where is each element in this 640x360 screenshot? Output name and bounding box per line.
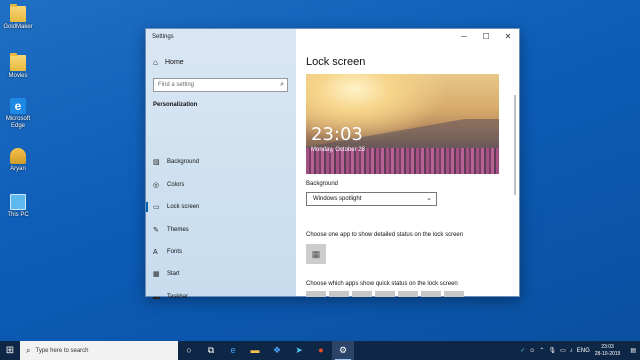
volume-icon[interactable]: ♪ [570, 348, 573, 354]
window-title: Settings [152, 34, 174, 40]
sidebar-item-label: Background [167, 159, 200, 165]
chevron-down-icon: ⌄ [426, 195, 432, 202]
desktop-icon-label: Aryan [10, 166, 26, 172]
settings-window: Settings ⌂ Home Find a setting ⌕ Persona… [145, 28, 520, 301]
background-label: Background [306, 181, 339, 187]
powerpoint-icon[interactable]: ● [310, 341, 332, 360]
background-dropdown[interactable]: Windows spotlight ⌄ [306, 192, 437, 206]
lock-screen-preview: 23:03 Monday, October 28 [306, 74, 499, 174]
detail-status-app-button[interactable]: ▦ [306, 244, 326, 264]
quick-status-slot[interactable] [398, 291, 418, 297]
windows-start-icon[interactable]: ⊞ [0, 341, 20, 360]
quick-status-apps [306, 291, 467, 297]
lock-screen-icon: ▭ [153, 204, 160, 211]
desktop-icon-aryan[interactable]: Aryan [3, 148, 33, 173]
preview-date: Monday, October 28 [311, 147, 365, 153]
quick-status-slot[interactable] [444, 291, 464, 297]
sidebar-item-colors[interactable]: ◎ Colors [153, 179, 184, 191]
sidebar-item-label: Lock screen [167, 204, 200, 210]
content-scrollbar[interactable] [514, 95, 516, 195]
dropbox-icon[interactable]: ❖ [266, 341, 288, 360]
sidebar-item-label: Themes [167, 227, 189, 233]
desktop-icon-label: GoldMaker [3, 24, 33, 30]
microphone-icon[interactable]: 🎙 [548, 347, 556, 354]
app-tray-icon[interactable]: ✓ [520, 347, 525, 354]
background-icon: ▨ [153, 159, 160, 166]
network-icon[interactable]: ▭ [560, 347, 566, 354]
taskbar-search-placeholder: Type here to search [35, 347, 89, 354]
task-view-icon[interactable]: ⧉ [200, 341, 222, 360]
folder-icon [10, 4, 26, 22]
search-placeholder: Find a setting [158, 82, 195, 88]
language-indicator[interactable]: ENG [577, 348, 590, 354]
home-button[interactable]: ⌂ Home [153, 58, 184, 67]
notifications-icon[interactable]: ▤ [630, 347, 636, 354]
calendar-icon: ▦ [311, 249, 321, 259]
settings-content: Lock screen 23:03 Monday, October 28 Bac… [306, 29, 518, 297]
sidebar-item-label: Colors [167, 182, 185, 188]
sidebar-item-themes[interactable]: ✎ Themes [153, 224, 189, 236]
sidebar-item-label: Taskbar [167, 294, 189, 300]
sidebar-item-background[interactable]: ▨ Background [153, 156, 199, 168]
desktop-icon-this-pc[interactable]: This PC [3, 194, 33, 219]
start-icon: ▦ [153, 271, 160, 278]
clock-time: 23:03 [601, 343, 614, 350]
taskbar-icon: ▬ [153, 293, 160, 301]
quick-status-slot[interactable] [375, 291, 395, 297]
background-dropdown-value: Windows spotlight [313, 196, 362, 202]
edge-icon[interactable]: e [222, 341, 244, 360]
settings-gear-icon[interactable]: ⚙ [332, 341, 354, 360]
clock[interactable]: 23:03 28-10-2019 [595, 344, 621, 358]
folder-icon [10, 53, 26, 71]
quick-status-slot[interactable] [352, 291, 372, 297]
settings-nav-pane: Settings ⌂ Home Find a setting ⌕ Persona… [145, 29, 296, 301]
sidebar-item-lock-screen[interactable]: ▭ Lock screen [145, 201, 200, 213]
edge-icon: e [10, 98, 26, 114]
sidebar-item-taskbar[interactable]: ▬ Taskbar [153, 291, 188, 303]
system-tray: ✓ ☺ ⌃ 🎙 ▭ ♪ ENG 23:03 28-10-2019 ▤ [516, 341, 640, 360]
chevron-up-icon[interactable]: ⌃ [539, 347, 544, 354]
settings-search-input[interactable]: Find a setting ⌕ [153, 78, 288, 92]
sidebar-item-start[interactable]: ▦ Start [153, 268, 180, 280]
desktop-icon-label: This PC [7, 212, 29, 218]
home-label: Home [165, 59, 184, 66]
file-explorer-icon[interactable]: ▬ [244, 341, 266, 360]
themes-icon: ✎ [153, 227, 159, 234]
sidebar-item-label: Start [167, 271, 180, 277]
desktop-icon-label: Microsoft Edge [5, 116, 31, 129]
fonts-icon: A [153, 248, 158, 256]
quick-status-slot[interactable] [329, 291, 349, 297]
search-icon: ⌕ [280, 81, 284, 88]
detail-status-caption: Choose one app to show detailed status o… [306, 232, 464, 238]
taskbar: ⊞ ⌕ Type here to search ○ ⧉ e ▬ ❖ ➤ ● ⚙ … [0, 341, 640, 360]
quick-status-caption: Choose which apps show quick status on t… [306, 281, 458, 287]
page-title: Lock screen [306, 56, 366, 68]
people-icon[interactable]: ☺ [529, 348, 535, 354]
clock-date: 28-10-2019 [594, 350, 621, 357]
search-icon: ⌕ [26, 345, 31, 355]
quick-status-slot[interactable] [421, 291, 441, 297]
quick-status-slot[interactable] [306, 291, 326, 297]
section-title: Personalization [153, 102, 198, 108]
desktop-icon-label: Movies [8, 73, 28, 79]
home-icon: ⌂ [153, 58, 158, 67]
cortana-icon[interactable]: ○ [178, 341, 200, 360]
sidebar-item-label: Fonts [167, 249, 183, 255]
desktop-icon-goldmaker[interactable]: GoldMaker [3, 4, 33, 31]
colors-icon: ◎ [153, 182, 160, 189]
desktop-icon-edge[interactable]: e Microsoft Edge [3, 98, 33, 130]
computer-icon [10, 194, 26, 210]
desktop-icon-movies[interactable]: Movies [3, 53, 33, 80]
app-icon[interactable]: ➤ [288, 341, 310, 360]
taskbar-search-box[interactable]: ⌕ Type here to search [20, 341, 178, 360]
preview-time: 23:03 [311, 124, 363, 145]
sidebar-item-fonts[interactable]: A Fonts [153, 246, 182, 258]
user-folder-icon [10, 148, 26, 164]
